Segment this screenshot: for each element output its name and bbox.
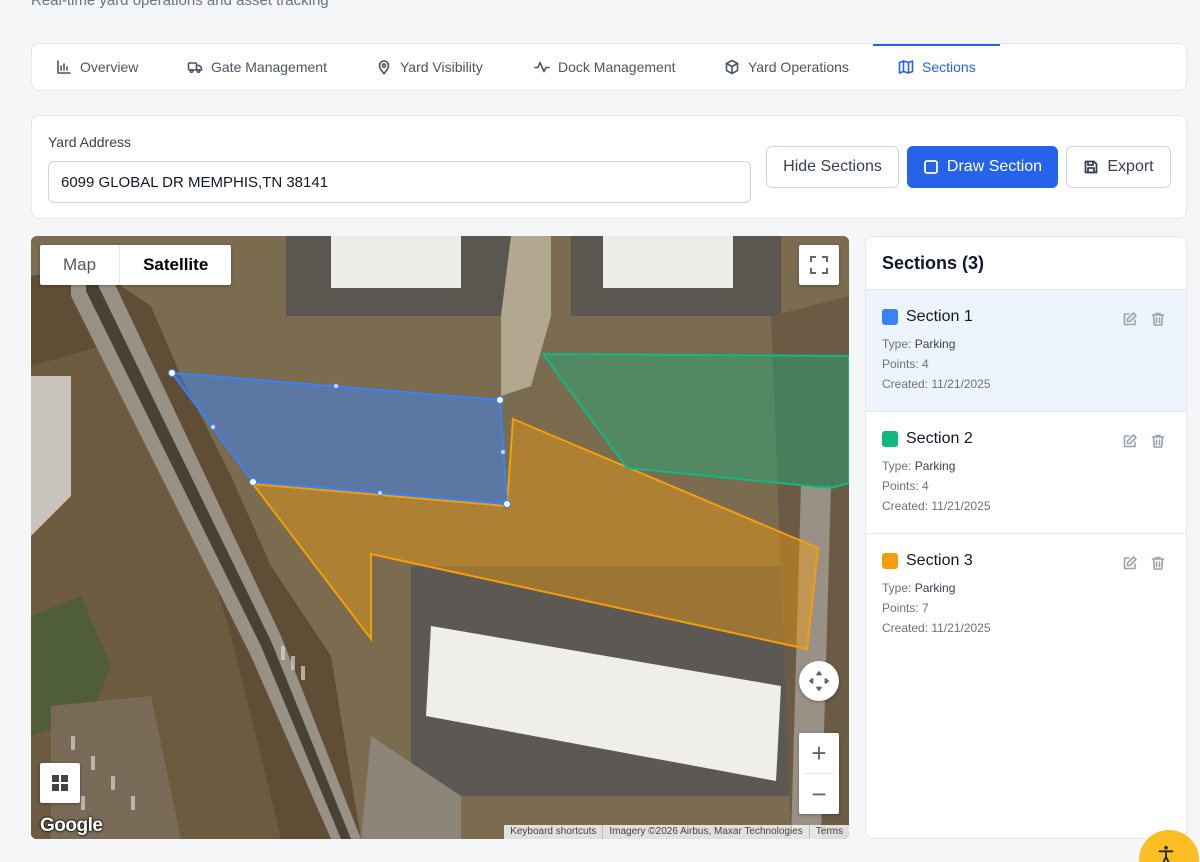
midpoint-handle[interactable] (500, 449, 506, 455)
terms-link[interactable]: Terms (808, 825, 849, 839)
page-subtitle: Real-time yard operations and asset trac… (31, 0, 329, 9)
section-color-swatch (882, 553, 898, 569)
sections-panel: Sections (3) Section 1 Type: Parking Poi… (865, 236, 1187, 839)
tab-yard-operations[interactable]: Yard Operations (724, 44, 849, 90)
section-name: Section 1 (906, 308, 973, 325)
tab-dock-management[interactable]: Dock Management (534, 44, 676, 90)
tab-label: Gate Management (211, 59, 327, 75)
trash-icon[interactable] (1150, 433, 1166, 449)
section-type: Type: Parking (882, 337, 956, 351)
yard-address-label: Yard Address (48, 134, 132, 150)
keyboard-shortcuts-link[interactable]: Keyboard shortcuts (504, 825, 602, 839)
tab-label: Sections (922, 59, 976, 75)
square-icon (924, 160, 938, 174)
section-name: Section 2 (906, 430, 973, 447)
pan-control-button[interactable] (799, 661, 839, 701)
section-created: Created: 11/21/2025 (882, 377, 991, 391)
trash-icon[interactable] (1150, 555, 1166, 571)
tab-label: Dock Management (558, 59, 676, 75)
save-icon (1084, 160, 1098, 174)
section-color-swatch (882, 309, 898, 325)
imagery-credit: Imagery ©2026 Airbus, Maxar Technologies (602, 825, 808, 839)
active-tab-indicator (873, 44, 1000, 46)
move-icon (809, 671, 829, 691)
section-list-item[interactable]: Section 3 Type: Parking Points: 7 Create… (866, 534, 1186, 656)
section-created: Created: 11/21/2025 (882, 499, 991, 513)
accessibility-icon (1158, 845, 1174, 862)
vertex-handle[interactable] (168, 369, 176, 377)
export-label: Export (1107, 158, 1154, 175)
section-points: Points: 4 (882, 357, 929, 371)
map-type-map-button[interactable]: Map (40, 245, 119, 285)
sections-panel-title: Sections (3) (866, 237, 1186, 290)
edit-icon[interactable] (1122, 311, 1138, 327)
tab-sections[interactable]: Sections (898, 44, 976, 90)
hide-sections-label: Hide Sections (783, 158, 882, 175)
map-type-control: Map Satellite (40, 245, 232, 285)
map-type-satellite-button[interactable]: Satellite (119, 245, 231, 285)
midpoint-handle[interactable] (377, 490, 383, 496)
fullscreen-icon (810, 256, 828, 274)
vertex-handle[interactable] (249, 478, 257, 486)
midpoint-handle[interactable] (333, 383, 339, 389)
activity-icon (534, 61, 550, 73)
box-icon (725, 59, 739, 75)
section-color-swatch (882, 431, 898, 447)
tab-bar: Overview Gate Management Yard Visibility… (31, 43, 1187, 91)
section-type: Type: Parking (882, 581, 956, 595)
section-list-item[interactable]: Section 2 Type: Parking Points: 4 Create… (866, 412, 1186, 534)
satellite-map[interactable]: Map Satellite + − Google Keyboard shortc… (31, 236, 849, 839)
vertex-handle[interactable] (496, 396, 504, 404)
tab-label: Overview (80, 59, 139, 75)
draw-section-button[interactable]: Draw Section (907, 146, 1058, 188)
tab-overview[interactable]: Overview (56, 44, 138, 90)
zoom-control: + − (799, 733, 839, 814)
section-created: Created: 11/21/2025 (882, 621, 991, 635)
trash-icon[interactable] (1150, 311, 1166, 327)
tab-yard-visibility[interactable]: Yard Visibility (376, 44, 483, 90)
zoom-in-button[interactable]: + (799, 733, 839, 773)
fullscreen-button[interactable] (799, 245, 839, 285)
section-points: Points: 7 (882, 601, 929, 615)
section-points: Points: 4 (882, 479, 929, 493)
satellite-imagery[interactable] (31, 236, 849, 839)
tab-gate-management[interactable]: Gate Management (187, 44, 327, 90)
google-logo: Google (40, 815, 103, 836)
midpoint-handle[interactable] (210, 424, 216, 430)
edit-icon[interactable] (1122, 433, 1138, 449)
zoom-out-button[interactable]: − (799, 774, 839, 814)
grid-icon (52, 775, 68, 791)
draw-section-label: Draw Section (946, 158, 1043, 175)
bar-chart-icon (57, 60, 71, 74)
tab-label: Yard Operations (748, 59, 849, 75)
edit-icon[interactable] (1122, 555, 1138, 571)
section-type: Type: Parking (882, 459, 956, 473)
vertex-handle[interactable] (503, 500, 511, 508)
map-attribution: Keyboard shortcuts Imagery ©2026 Airbus,… (504, 825, 849, 839)
section-list-item[interactable]: Section 1 Type: Parking Points: 4 Create… (866, 290, 1186, 412)
export-button[interactable]: Export (1066, 146, 1171, 188)
map-icon (898, 60, 914, 74)
tab-label: Yard Visibility (400, 59, 483, 75)
hide-sections-button[interactable]: Hide Sections (766, 146, 899, 188)
yard-address-input[interactable] (48, 161, 751, 203)
truck-icon (187, 62, 203, 74)
map-pin-icon (378, 60, 390, 75)
section-name: Section 3 (906, 552, 973, 569)
layers-button[interactable] (40, 763, 80, 803)
